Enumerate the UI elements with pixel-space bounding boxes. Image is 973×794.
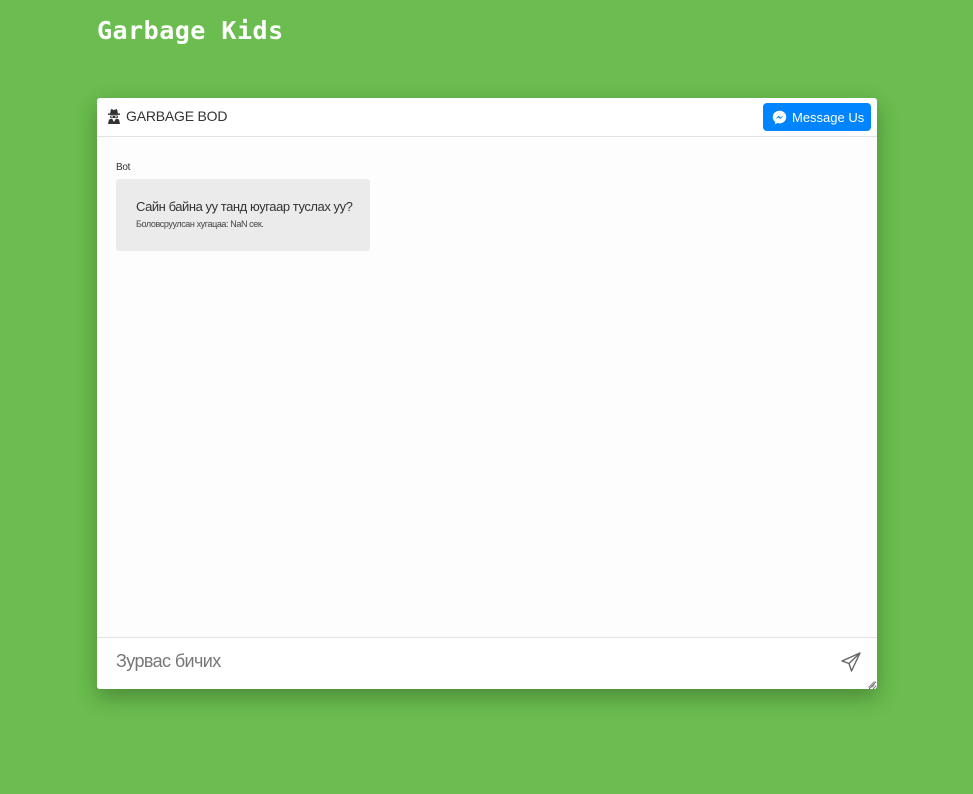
message-sender: Bot — [116, 162, 131, 173]
user-secret-icon — [108, 109, 120, 124]
site-title: Garbage Kids — [97, 16, 284, 45]
messenger-icon — [772, 110, 787, 124]
chat-window: GARBAGE BOD Message Us Bot Сайн байна уу… — [97, 98, 877, 689]
message-list: Bot Сайн байна уу танд юугаар туслах уу?… — [97, 137, 877, 637]
message-processing-time: Боловсруулсан хугацаа: NaN сек. — [136, 219, 264, 229]
chat-header: GARBAGE BOD Message Us — [97, 98, 877, 137]
message-us-button[interactable]: Message Us — [763, 103, 871, 131]
bot-name: GARBAGE BOD — [126, 108, 228, 124]
message-us-label: Message Us — [792, 109, 865, 125]
resize-handle-icon[interactable] — [868, 681, 875, 688]
message-text: Сайн байна уу танд юугаар туслах уу? — [136, 199, 353, 214]
message-input[interactable] — [97, 638, 877, 689]
input-bar — [97, 637, 877, 689]
message-bubble: Сайн байна уу танд юугаар туслах уу? Бол… — [116, 179, 370, 251]
paper-plane-icon[interactable] — [840, 651, 862, 673]
